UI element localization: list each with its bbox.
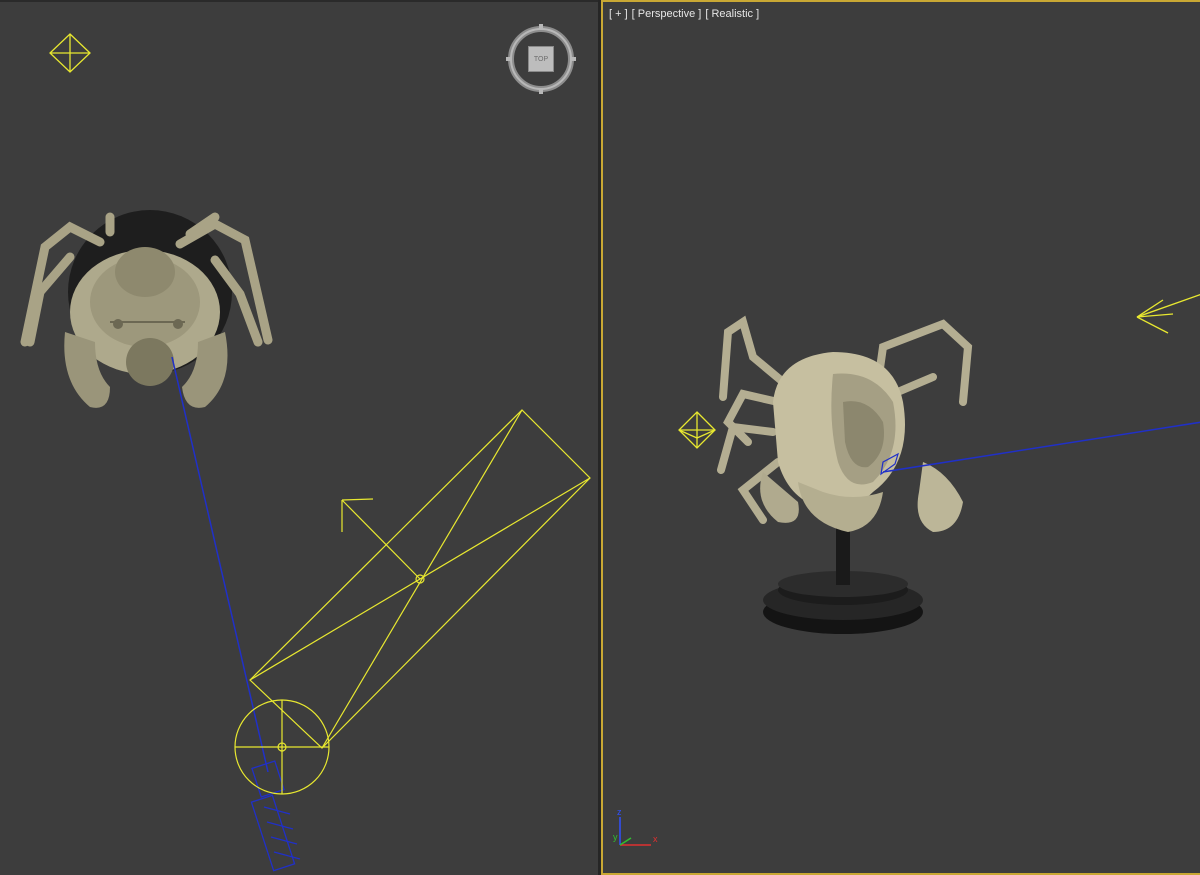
axis-y-label: y — [613, 832, 618, 842]
spot-light-cone[interactable] — [234, 409, 591, 795]
alien-bust-model[interactable] — [717, 315, 973, 532]
omni-light-icon[interactable] — [49, 33, 91, 73]
alien-bust-model-top[interactable] — [20, 210, 273, 408]
camera-icon[interactable] — [250, 760, 301, 872]
directional-light-icon[interactable] — [1136, 294, 1200, 334]
top-viewport-canvas — [20, 33, 591, 872]
perspective-viewport[interactable]: [ + ] [ Perspective ] [ Realistic ] x z … — [601, 0, 1200, 875]
axis-z-label: z — [617, 807, 622, 817]
viewcube[interactable]: TOP — [506, 24, 576, 94]
light-direction-arrow — [341, 498, 421, 580]
camera-target-line-perspective — [882, 421, 1200, 473]
pedestal-base[interactable] — [763, 522, 923, 634]
perspective-viewport-canvas: x z y — [613, 294, 1200, 846]
viewcube-top-face[interactable]: TOP — [528, 46, 554, 72]
top-viewport[interactable]: TOP — [0, 0, 598, 875]
axis-tripod — [619, 817, 651, 846]
axis-x-label: x — [653, 834, 658, 844]
omni-light-icon-perspective[interactable] — [678, 411, 716, 449]
